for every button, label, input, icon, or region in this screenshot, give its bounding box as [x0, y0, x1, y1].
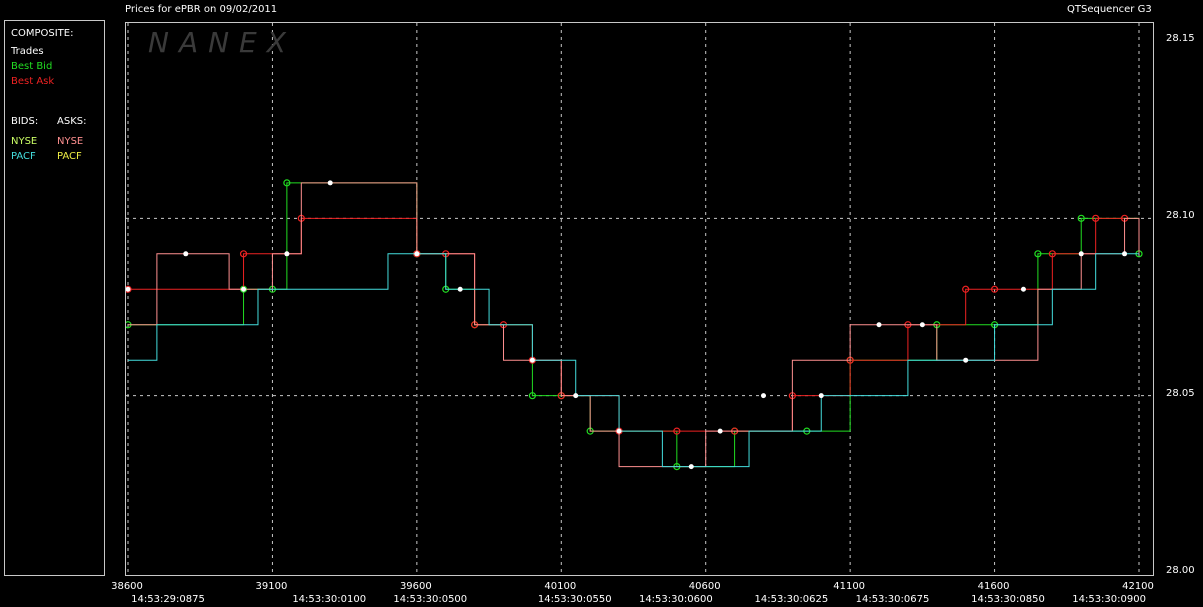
time-label: 14:53:30:0625: [754, 594, 829, 605]
chart-svg: [126, 23, 1153, 575]
y-tick-label: 28.05: [1166, 387, 1195, 399]
time-label: 14:53:30:0675: [855, 594, 930, 605]
plot-area: [125, 22, 1154, 576]
legend-ask-nyse: NYSE: [57, 136, 84, 147]
time-label: 14:53:30:0550: [537, 594, 612, 605]
trade-point-12: [760, 393, 766, 399]
y-tick-label: 28.15: [1166, 33, 1195, 44]
x-tick-label: 41600: [977, 581, 1010, 592]
trade-point-14: [876, 322, 882, 328]
legend-best-ask: Best Ask: [11, 76, 55, 87]
trade-point-4: [327, 180, 333, 186]
legend-bid-pacf: PACF: [11, 151, 36, 162]
trade-point-2: [241, 286, 247, 292]
trade-point-19: [1122, 251, 1128, 257]
time-label: 14:53:30:0850: [971, 594, 1045, 605]
time-label: 14:53:30:0100: [292, 594, 367, 605]
trade-point-18: [1078, 251, 1084, 257]
trade-point-16: [963, 357, 969, 363]
trade-point-11: [717, 428, 723, 434]
trade-point-9: [616, 428, 622, 434]
x-tick-label: 41100: [833, 581, 866, 592]
legend-bids-label: BIDS:: [11, 116, 39, 127]
legend-trades: Trades: [11, 46, 44, 57]
trade-point-3: [284, 251, 290, 257]
trade-point-7: [529, 357, 535, 363]
nanex-watermark: NANEX: [148, 26, 296, 59]
time-label: 14:53:29:0875: [131, 594, 205, 605]
trade-point-17: [1020, 286, 1026, 292]
time-label: 14:53:30:0500: [393, 594, 468, 605]
legend-composite-label: COMPOSITE:: [11, 28, 74, 39]
y-tick-label: 28.10: [1166, 210, 1195, 222]
trade-point-1: [183, 251, 189, 257]
app-name: QTSequencer G3: [1067, 4, 1152, 15]
trade-point-8: [573, 393, 579, 399]
legend-best-bid: Best Bid: [11, 61, 53, 72]
legend-ask-pacf: PACF: [57, 151, 82, 162]
trade-point-10: [688, 464, 694, 470]
chart-title: Prices for ePBR on 09/02/2011: [125, 4, 278, 15]
legend-asks-label: ASKS:: [57, 116, 87, 127]
trade-point-5: [414, 251, 420, 257]
series-line-pacf: [128, 253, 1139, 468]
x-tick-label: 40600: [688, 581, 721, 592]
x-tick-label: 39100: [255, 581, 288, 592]
time-label: 14:53:30:0600: [638, 594, 713, 605]
legend-panel: COMPOSITE: Trades Best Bid Best Ask BIDS…: [4, 20, 105, 576]
trade-point-15: [919, 322, 925, 328]
trade-point-6: [457, 286, 463, 292]
series-line-best-bid: [128, 182, 1140, 468]
y-tick-label: 28.00: [1166, 565, 1195, 576]
x-tick-label: 38600: [111, 581, 143, 592]
legend-bid-nyse: NYSE: [11, 136, 38, 147]
x-tick-label: 42100: [1122, 581, 1154, 592]
x-tick-label: 40100: [544, 581, 577, 592]
trade-point-13: [818, 393, 824, 399]
x-tick-label: 39600: [399, 581, 432, 592]
time-label: 14:53:30:0900: [1072, 594, 1146, 605]
